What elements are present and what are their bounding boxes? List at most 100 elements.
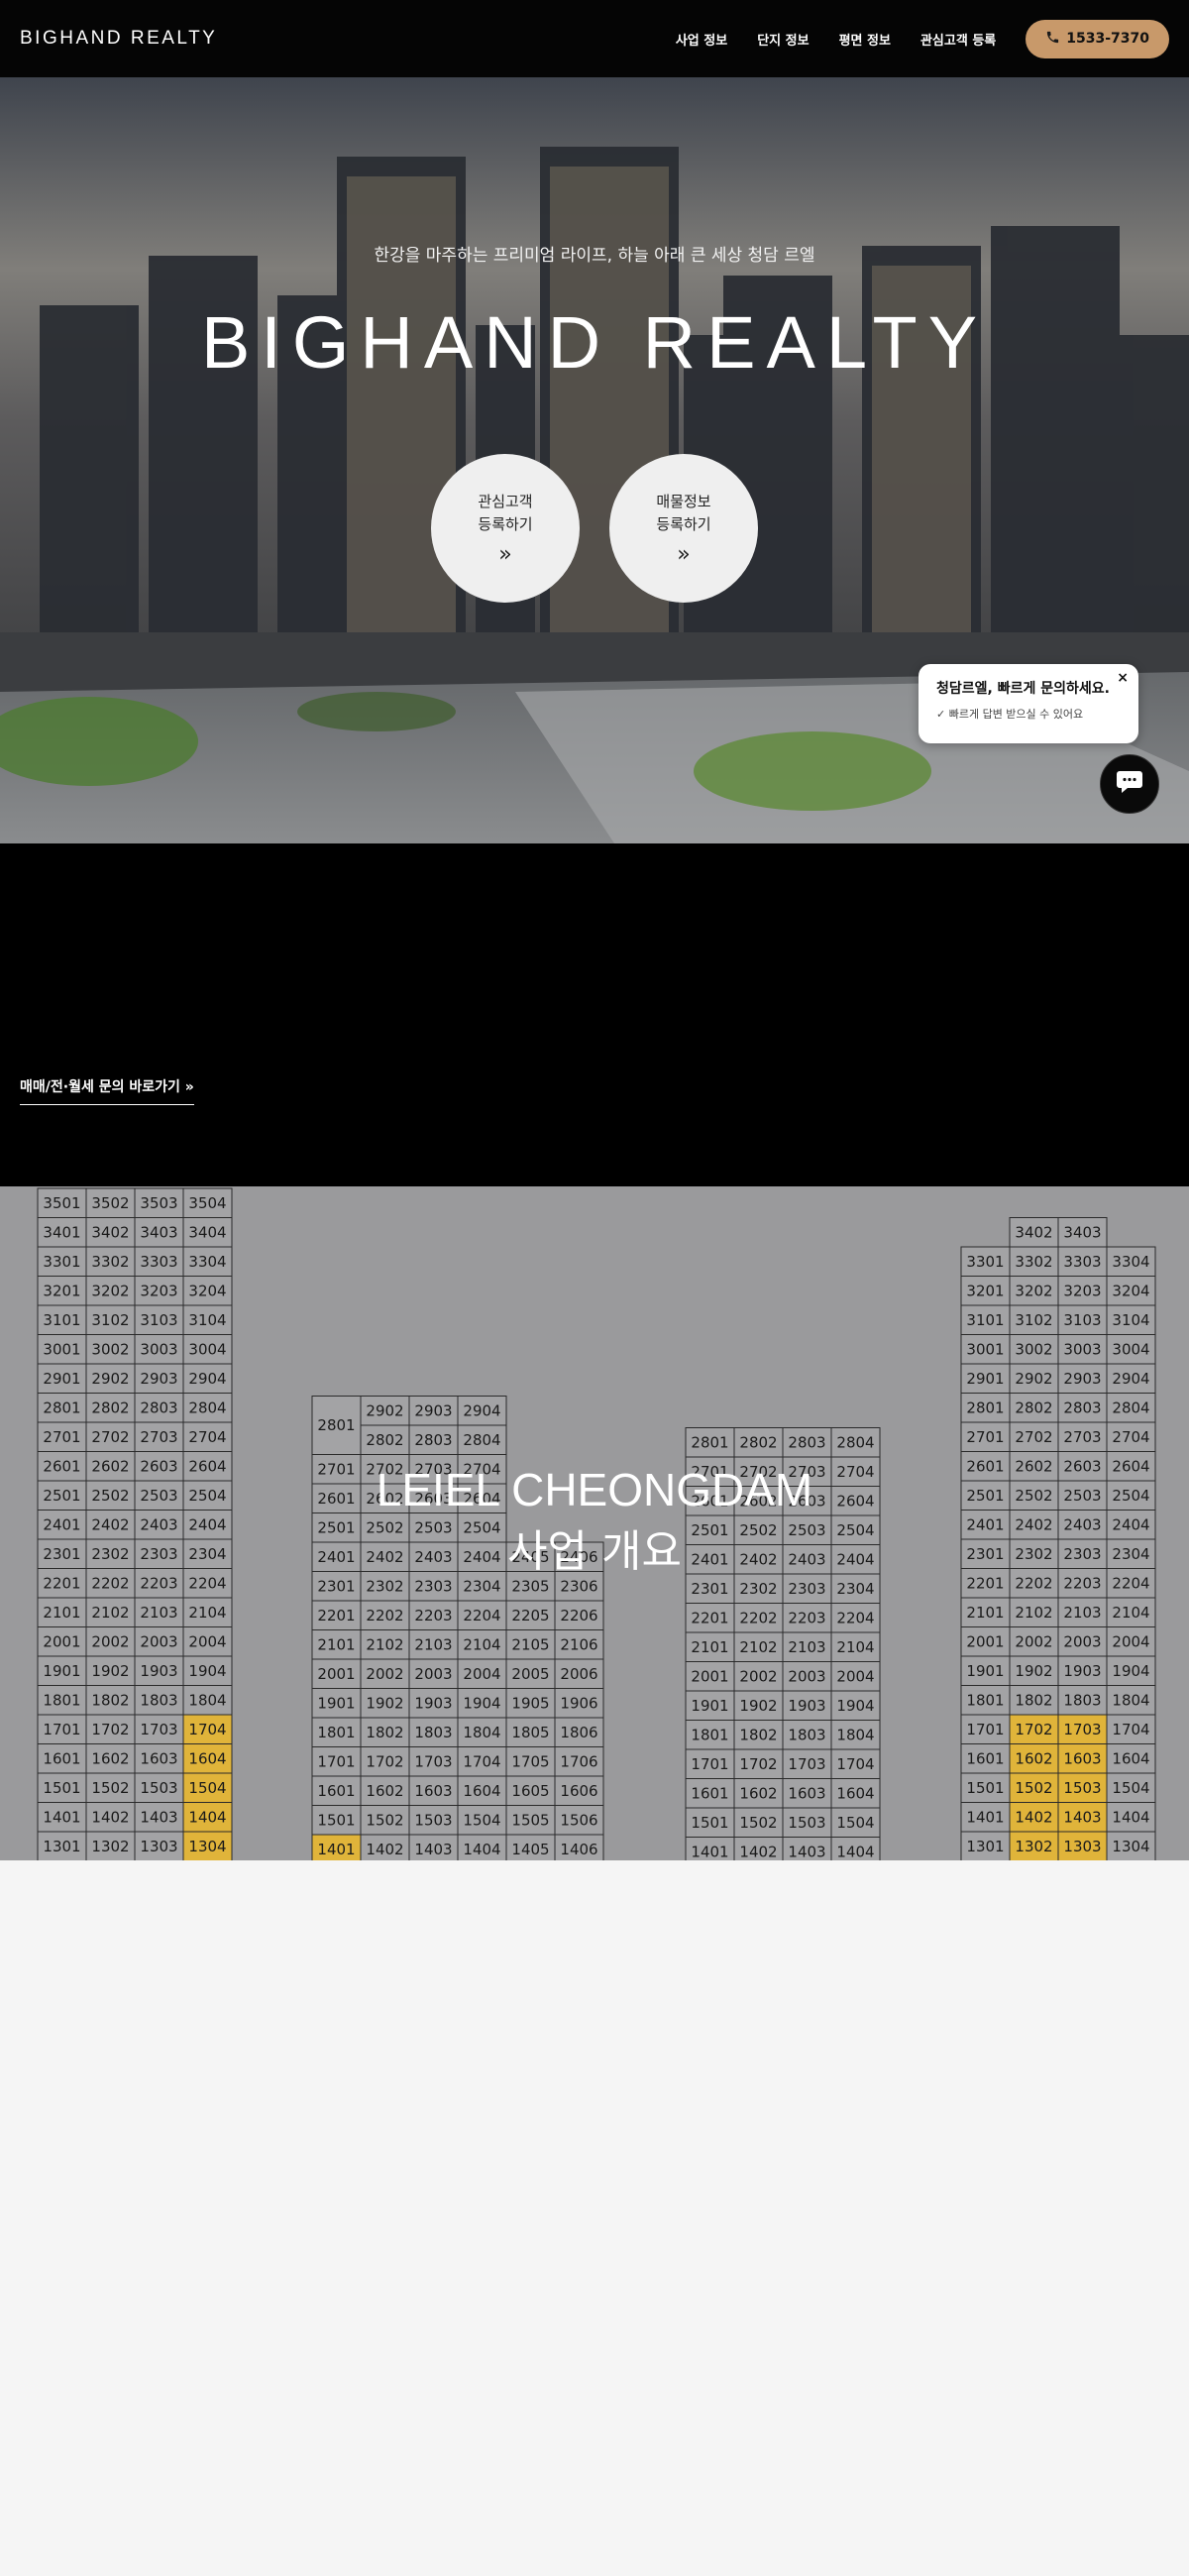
unit-cell: 3204 <box>1106 1276 1156 1306</box>
svg-text:1403: 1403 <box>414 1841 452 1858</box>
unit-cell: 1601 <box>960 1743 1011 1774</box>
svg-text:2904: 2904 <box>188 1370 226 1388</box>
unit-cell: 1801 <box>685 1720 735 1750</box>
svg-text:2701: 2701 <box>43 1428 80 1446</box>
unit-cell: 2203 <box>408 1600 459 1630</box>
unit-cell: 1505 <box>505 1805 556 1836</box>
unit-cell: 1702 <box>1009 1714 1059 1744</box>
svg-text:2804: 2804 <box>188 1399 226 1416</box>
svg-text:3001: 3001 <box>966 1340 1004 1358</box>
unit-cell: 2102 <box>1009 1597 1059 1627</box>
svg-text:1902: 1902 <box>91 1662 129 1680</box>
svg-text:2702: 2702 <box>1015 1428 1052 1446</box>
unit-cell: 1704 <box>1106 1714 1156 1744</box>
unit-cell: 1702 <box>360 1746 410 1777</box>
svg-text:1303: 1303 <box>140 1838 177 1855</box>
nav-item-floorplan-info[interactable]: 평면 정보 <box>839 30 891 49</box>
site-logo[interactable]: BIGHAND REALTY <box>20 28 217 50</box>
chat-popup[interactable]: 청담르엘, 빠르게 문의하세요. ✓ 빠르게 답변 받으실 수 있어요 × <box>919 664 1138 743</box>
svg-text:3304: 3304 <box>188 1253 226 1271</box>
svg-text:1701: 1701 <box>317 1752 355 1770</box>
unit-cell: 1904 <box>182 1655 233 1686</box>
sale-rent-inquiry-link[interactable]: 매매/전·월세 문의 바로가기 » <box>20 1076 194 1105</box>
unit-cell: 2001 <box>960 1626 1011 1657</box>
svg-text:3403: 3403 <box>1063 1223 1101 1241</box>
unit-cell: 2904 <box>182 1363 233 1394</box>
svg-text:3504: 3504 <box>188 1194 226 1212</box>
svg-text:1903: 1903 <box>1063 1662 1101 1680</box>
unit-cell: 2902 <box>360 1396 410 1426</box>
svg-text:1901: 1901 <box>691 1697 728 1715</box>
unit-cell: 2103 <box>1057 1597 1108 1627</box>
register-interest-button[interactable]: 관심고객 등록하기 » <box>431 454 580 603</box>
nav-item-business-info[interactable]: 사업 정보 <box>676 30 727 49</box>
unit-cell: 3403 <box>134 1217 184 1248</box>
svg-text:2801: 2801 <box>691 1433 728 1451</box>
close-icon[interactable]: × <box>1117 670 1129 686</box>
svg-text:1504: 1504 <box>1112 1779 1149 1797</box>
svg-text:1702: 1702 <box>91 1721 129 1738</box>
main-nav: 사업 정보 단지 정보 평면 정보 관심고객 등록 1533-7370 <box>676 0 1169 77</box>
svg-text:2803: 2803 <box>1063 1399 1101 1416</box>
unit-cell: 2804 <box>182 1393 233 1423</box>
svg-text:1901: 1901 <box>317 1694 355 1712</box>
svg-text:2802: 2802 <box>739 1433 777 1451</box>
svg-text:2901: 2901 <box>966 1370 1004 1388</box>
unit-cell: 2001 <box>685 1661 735 1692</box>
unit-cell: 1503 <box>408 1805 459 1836</box>
unit-cell: 2904 <box>1106 1363 1156 1394</box>
unit-cell: 1804 <box>182 1685 233 1716</box>
unit-cell: 3303 <box>134 1246 184 1277</box>
unit-cell: 1301 <box>37 1831 87 1860</box>
unit-cell: 1501 <box>37 1772 87 1803</box>
unit-cell: 3301 <box>37 1246 87 1277</box>
nav-item-complex-info[interactable]: 단지 정보 <box>757 30 809 49</box>
svg-text:1301: 1301 <box>43 1838 80 1855</box>
chat-button[interactable] <box>1100 754 1159 814</box>
unit-cell: 1603 <box>782 1778 832 1809</box>
unit-cell: 1404 <box>457 1834 507 1860</box>
unit-cell: 2003 <box>1057 1626 1108 1657</box>
unit-cell: 1703 <box>134 1714 184 1744</box>
unit-cell: 1401 <box>685 1837 735 1860</box>
site-header: BIGHAND REALTY 사업 정보 단지 정보 평면 정보 관심고객 등록… <box>0 0 1189 77</box>
register-listing-button[interactable]: 매물정보 등록하기 » <box>609 454 758 603</box>
svg-text:1703: 1703 <box>1063 1721 1101 1738</box>
svg-text:2804: 2804 <box>1112 1399 1149 1416</box>
svg-text:2803: 2803 <box>788 1433 825 1451</box>
phone-icon <box>1045 30 1060 49</box>
svg-text:1904: 1904 <box>188 1662 226 1680</box>
unit-cell: 1604 <box>1106 1743 1156 1774</box>
register-listing-label-2: 등록하기 <box>656 514 711 533</box>
svg-text:1803: 1803 <box>1063 1691 1101 1709</box>
unit-cell: 3202 <box>85 1276 136 1306</box>
svg-text:1602: 1602 <box>91 1749 129 1767</box>
unit-cell: 2104 <box>1106 1597 1156 1627</box>
phone-call-button[interactable]: 1533-7370 <box>1026 19 1169 58</box>
unit-cell: 2106 <box>554 1629 604 1660</box>
unit-cell: 2103 <box>782 1631 832 1662</box>
unit-cell: 2801 <box>960 1393 1011 1423</box>
svg-text:1404: 1404 <box>463 1841 500 1858</box>
svg-text:1402: 1402 <box>366 1841 403 1858</box>
unit-cell: 3103 <box>134 1304 184 1335</box>
svg-text:1906: 1906 <box>560 1694 597 1712</box>
unit-cell: 1903 <box>782 1690 832 1721</box>
unit-cell: 2004 <box>830 1661 881 1692</box>
unit-cell: 2201 <box>311 1600 362 1630</box>
svg-text:1801: 1801 <box>317 1724 355 1741</box>
svg-text:2004: 2004 <box>188 1632 226 1650</box>
svg-text:2106: 2106 <box>560 1635 597 1653</box>
svg-text:1402: 1402 <box>91 1808 129 1826</box>
svg-text:3004: 3004 <box>1112 1340 1149 1358</box>
svg-text:2302: 2302 <box>739 1580 777 1598</box>
unit-cell: 2204 <box>457 1600 507 1630</box>
svg-text:2305: 2305 <box>511 1577 549 1595</box>
unit-cell: 3204 <box>182 1276 233 1306</box>
unit-cell: 3402 <box>1009 1217 1059 1248</box>
unit-cell: 2802 <box>360 1424 410 1455</box>
svg-text:3503: 3503 <box>140 1194 177 1212</box>
unit-cell: 1705 <box>505 1746 556 1777</box>
svg-text:1604: 1604 <box>463 1782 500 1800</box>
nav-item-register-interest[interactable]: 관심고객 등록 <box>920 30 996 49</box>
